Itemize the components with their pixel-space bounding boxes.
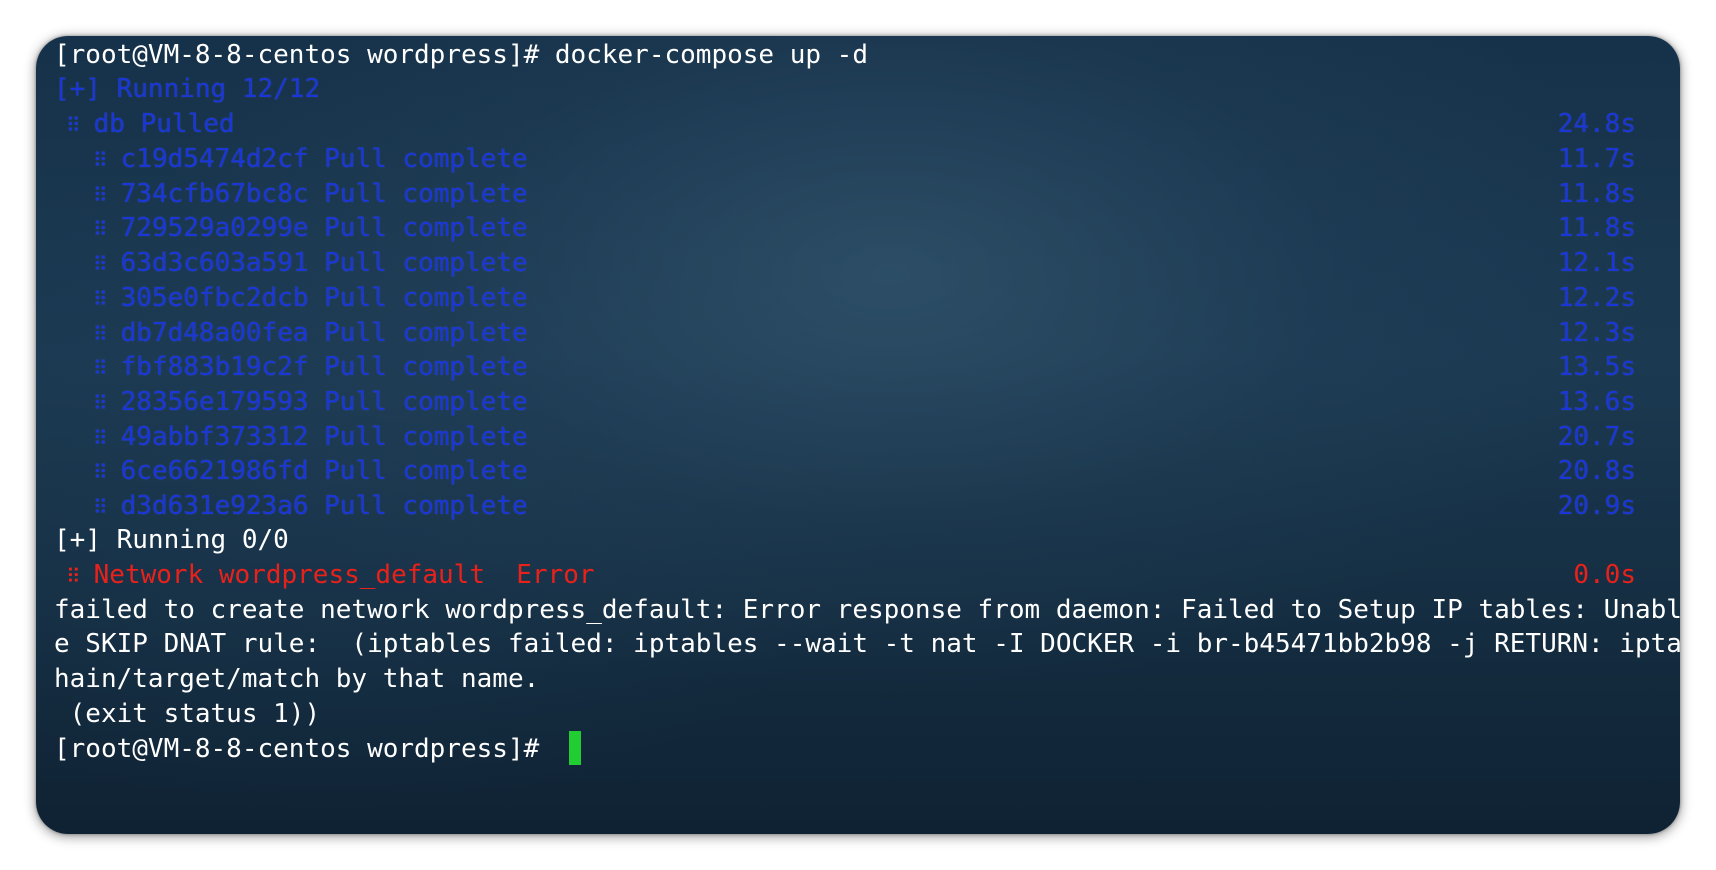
- progress-dots-icon: ⠿: [93, 252, 108, 276]
- layer-id: c19d5474d2cf: [120, 144, 309, 174]
- layer-status: Pull complete: [324, 491, 528, 521]
- progress-dots-icon: ⠿: [66, 564, 81, 588]
- layer-time: 12.2s: [1557, 283, 1636, 313]
- layer-row: ⠿ fbf883b19c2f Pull complete: [93, 348, 528, 386]
- layer-time: 20.7s: [1557, 422, 1636, 452]
- layer-time: 11.7s: [1557, 144, 1636, 174]
- final-prompt-line: [root@VM-8-8-centos wordpress]#: [54, 730, 581, 768]
- layer-id: 729529a0299e: [120, 213, 309, 243]
- progress-dots-icon: ⠿: [93, 460, 108, 484]
- shell-prompt: [root@VM-8-8-centos wordpress]#: [54, 734, 555, 764]
- layer-row: ⠿ 28356e179593 Pull complete: [93, 383, 528, 421]
- layer-row: ⠿ db7d48a00fea Pull complete: [93, 314, 528, 352]
- layer-id: 28356e179593: [120, 387, 309, 417]
- layer-status: Pull complete: [324, 213, 528, 243]
- progress-dots-icon: ⠿: [93, 148, 108, 172]
- progress-dots-icon: ⠿: [93, 356, 108, 380]
- terminal-output[interactable]: [root@VM-8-8-centos wordpress]# docker-c…: [36, 36, 1680, 834]
- layer-status: Pull complete: [324, 179, 528, 209]
- layer-id: 49abbf373312: [120, 422, 309, 452]
- layer-time: 12.3s: [1557, 318, 1636, 348]
- command-line: [root@VM-8-8-centos wordpress]# docker-c…: [54, 40, 868, 70]
- layer-status: Pull complete: [324, 456, 528, 486]
- layer-row: ⠿ c19d5474d2cf Pull complete: [93, 140, 528, 178]
- layer-id: db7d48a00fea: [120, 318, 309, 348]
- error-message-line-4: (exit status 1)): [54, 699, 321, 729]
- layer-status: Pull complete: [324, 144, 528, 174]
- db-pulled-time: 24.8s: [1557, 109, 1636, 139]
- progress-dots-icon: ⠿: [93, 217, 108, 241]
- layer-time: 20.9s: [1557, 491, 1636, 521]
- layer-row: ⠿ d3d631e923a6 Pull complete: [93, 487, 528, 525]
- network-error-time: 0.0s: [1573, 560, 1636, 590]
- layer-id: 63d3c603a591: [120, 248, 309, 278]
- layer-id: 305e0fbc2dcb: [120, 283, 309, 313]
- layer-row: ⠿ 49abbf373312 Pull complete: [93, 418, 528, 456]
- network-error-line: ⠿ Network wordpress_default Error: [66, 556, 595, 594]
- progress-dots-icon: ⠿: [93, 391, 108, 415]
- layer-time: 13.6s: [1557, 387, 1636, 417]
- network-error-label: Network wordpress_default Error: [93, 560, 595, 590]
- layer-row: ⠿ 63d3c603a591 Pull complete: [93, 244, 528, 282]
- layer-time: 13.5s: [1557, 352, 1636, 382]
- layer-row: ⠿ 305e0fbc2dcb Pull complete: [93, 279, 528, 317]
- layer-status: Pull complete: [324, 283, 528, 313]
- running-status-2: [+] Running 0/0: [54, 525, 289, 555]
- error-message-line-3: hain/target/match by that name.: [54, 664, 540, 694]
- error-message-line-1: failed to create network wordpress_defau…: [54, 595, 1680, 625]
- layer-status: Pull complete: [324, 422, 528, 452]
- layer-row: ⠿ 734cfb67bc8c Pull complete: [93, 175, 528, 213]
- progress-dots-icon: ⠿: [66, 113, 81, 137]
- layer-time: 12.1s: [1557, 248, 1636, 278]
- layer-row: ⠿ 6ce6621986fd Pull complete: [93, 452, 528, 490]
- layer-status: Pull complete: [324, 248, 528, 278]
- layer-id: 6ce6621986fd: [120, 456, 309, 486]
- db-pulled-line: ⠿ db Pulled: [66, 105, 235, 143]
- error-message-line-2: e SKIP DNAT rule: (iptables failed: ipta…: [54, 629, 1680, 659]
- text-cursor: [568, 731, 581, 765]
- layer-row: ⠿ 729529a0299e Pull complete: [93, 209, 528, 247]
- layer-status: Pull complete: [324, 387, 528, 417]
- layer-id: fbf883b19c2f: [120, 352, 309, 382]
- layer-id: d3d631e923a6: [120, 491, 309, 521]
- layer-id: 734cfb67bc8c: [120, 179, 309, 209]
- progress-dots-icon: ⠿: [93, 287, 108, 311]
- terminal-window: [root@VM-8-8-centos wordpress]# docker-c…: [36, 36, 1680, 834]
- running-status-1: [+] Running 12/12: [54, 74, 321, 104]
- layer-time: 20.8s: [1557, 456, 1636, 486]
- layer-time: 11.8s: [1557, 213, 1636, 243]
- layer-status: Pull complete: [324, 318, 528, 348]
- db-pulled-label: db Pulled: [93, 109, 235, 139]
- layer-time: 11.8s: [1557, 179, 1636, 209]
- layer-status: Pull complete: [324, 352, 528, 382]
